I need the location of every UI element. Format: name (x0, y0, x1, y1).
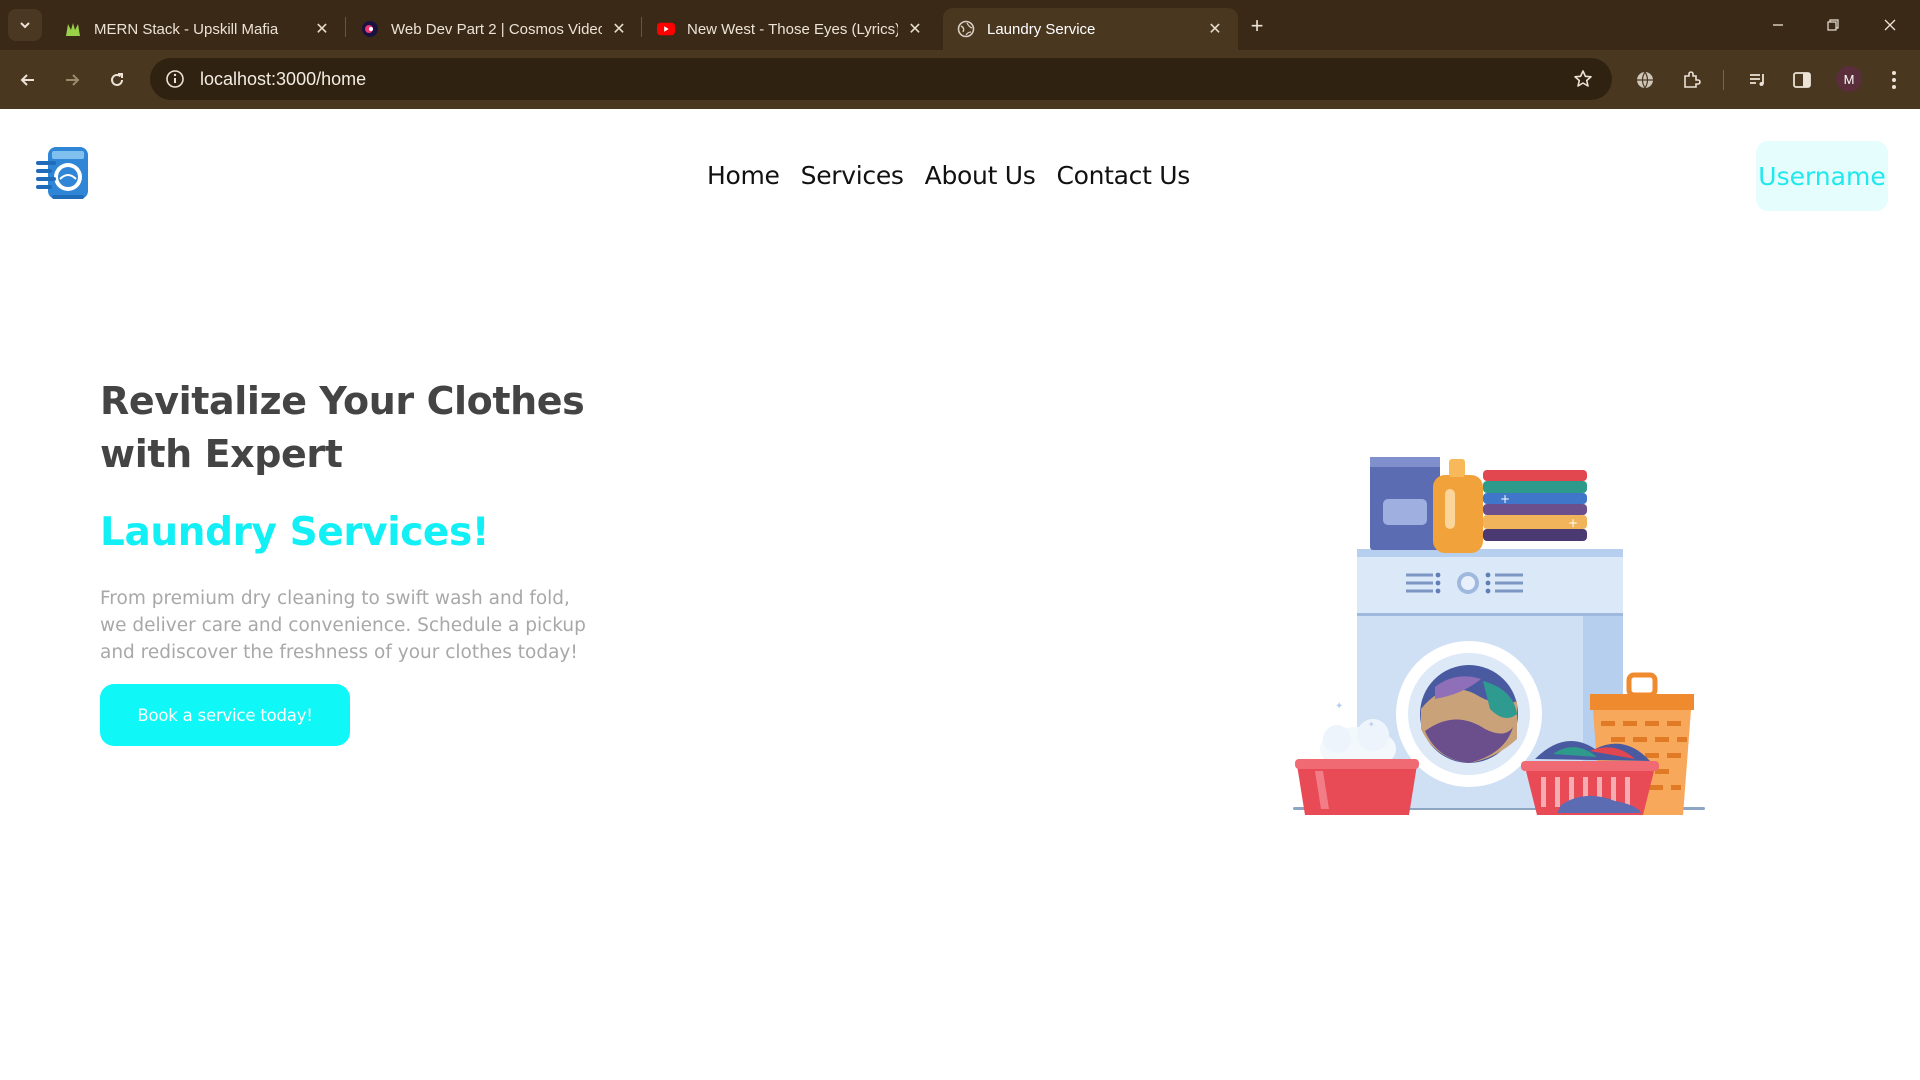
close-icon[interactable]: ✕ (1206, 20, 1224, 38)
window-close-icon[interactable] (1866, 8, 1914, 42)
tab-title: New West - Those Eyes (Lyrics) (687, 20, 898, 38)
book-service-button[interactable]: Book a service today! (100, 684, 350, 746)
forward-arrow-icon[interactable] (56, 64, 88, 96)
page-content: Home Services About Us Contact Us Userna… (0, 109, 1920, 1080)
laundry-logo[interactable] (34, 143, 94, 203)
tab-youtube[interactable]: New West - Those Eyes (Lyrics) ✕ (643, 8, 938, 50)
tab-separator (641, 17, 642, 37)
tab-title: Web Dev Part 2 | Cosmos Video (391, 20, 602, 38)
new-tab-button[interactable]: + (1243, 12, 1271, 40)
globe-icon (957, 20, 975, 38)
address-bar[interactable]: localhost:3000/home (150, 58, 1612, 100)
restore-icon[interactable] (1809, 8, 1857, 42)
tab-separator (345, 17, 346, 37)
svg-text:+: + (1568, 516, 1578, 530)
youtube-icon (657, 20, 675, 38)
washing-machine-illustration: + + ✦ ✦ (1285, 409, 1705, 829)
username-button[interactable]: Username (1756, 141, 1888, 211)
toolbar-divider (1723, 70, 1724, 90)
nav-contact-us[interactable]: Contact Us (1056, 161, 1190, 190)
close-icon[interactable]: ✕ (610, 20, 628, 38)
translate-globe-icon[interactable] (1629, 64, 1661, 96)
tab-search-button[interactable] (8, 9, 42, 41)
reload-icon[interactable] (101, 64, 133, 96)
svg-text:✦: ✦ (1335, 701, 1343, 712)
chevron-down-icon (20, 22, 30, 29)
tab-title: Laundry Service (987, 20, 1096, 38)
nav-services[interactable]: Services (801, 161, 904, 190)
extensions-puzzle-icon[interactable] (1675, 64, 1707, 96)
browser-toolbar: localhost:3000/home M (0, 50, 1920, 109)
tab-title: MERN Stack - Upskill Mafia (94, 20, 279, 38)
hero-description: From premium dry cleaning to swift wash … (100, 588, 586, 663)
nav-about-us[interactable]: About Us (925, 161, 1036, 190)
svg-text:+: + (1500, 492, 1510, 506)
mafia-icon (64, 20, 82, 38)
tab-cosmos-video[interactable]: Web Dev Part 2 | Cosmos Video ✕ (347, 8, 642, 50)
browser-tab-bar: MERN Stack - Upskill Mafia ✕ Web Dev Par… (0, 0, 1920, 50)
close-icon[interactable]: ✕ (906, 20, 924, 38)
side-panel-icon[interactable] (1786, 64, 1818, 96)
site-info-icon[interactable] (164, 68, 186, 90)
url-text: localhost:3000/home (200, 68, 367, 89)
back-arrow-icon[interactable] (12, 64, 44, 96)
cosmos-icon (361, 20, 379, 38)
tab-laundry-service[interactable]: Laundry Service ✕ (943, 8, 1238, 50)
close-icon[interactable]: ✕ (313, 20, 331, 38)
main-nav: Home Services About Us Contact Us (707, 161, 1190, 190)
more-menu-icon[interactable] (1878, 64, 1910, 96)
hero-accent-heading: Laundry Services! (100, 510, 490, 555)
tab-upskill-mafia[interactable]: MERN Stack - Upskill Mafia ✕ (50, 8, 345, 50)
bookmark-star-icon[interactable] (1572, 68, 1594, 90)
media-queue-icon[interactable] (1742, 64, 1774, 96)
svg-text:✦: ✦ (1368, 720, 1375, 729)
profile-avatar[interactable]: M (1836, 66, 1862, 92)
hero-title: Revitalize Your Clothes with Expert (100, 379, 585, 476)
nav-home[interactable]: Home (707, 161, 780, 190)
minimize-icon[interactable] (1754, 8, 1802, 42)
